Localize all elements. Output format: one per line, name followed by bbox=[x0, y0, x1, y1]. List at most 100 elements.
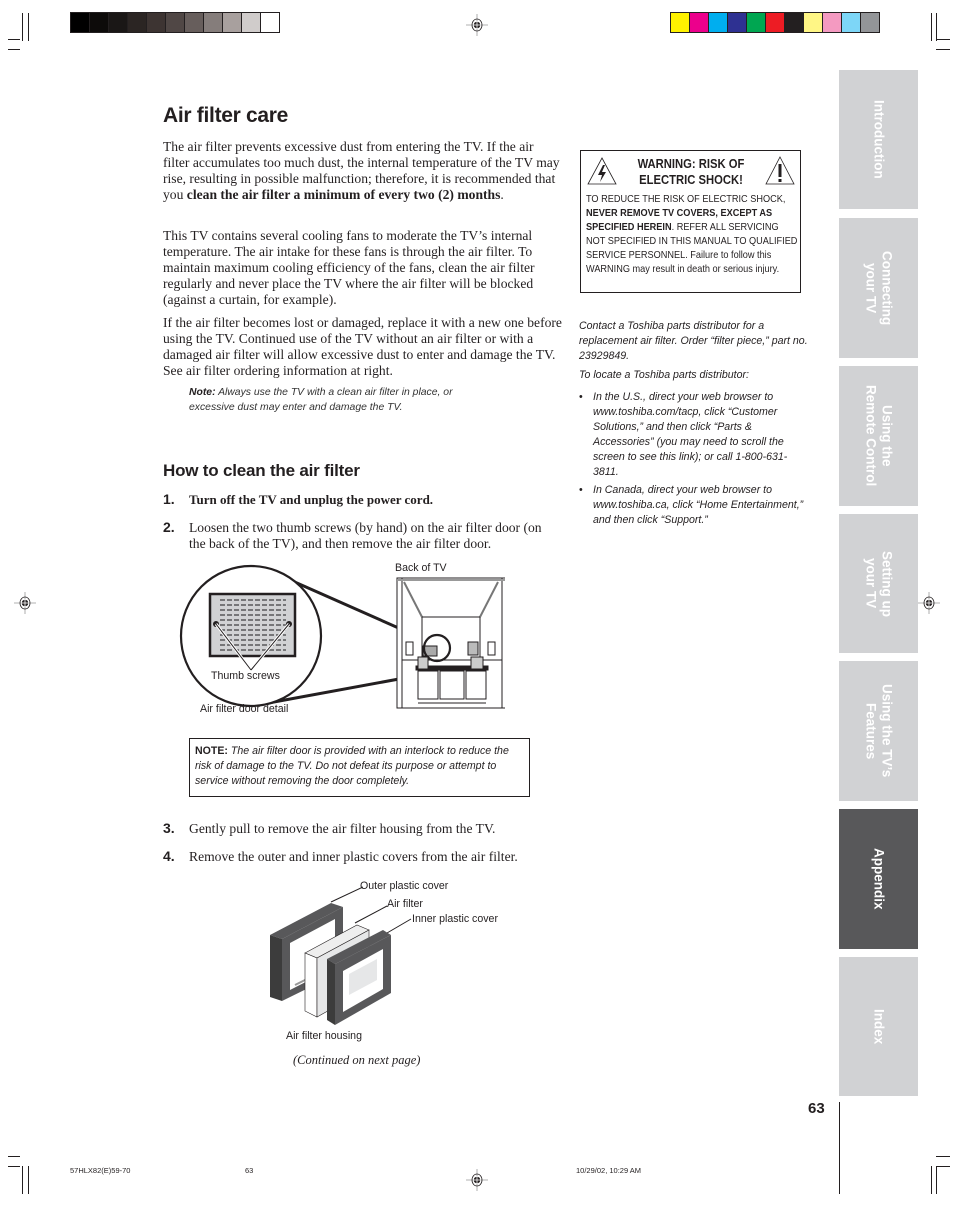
tab-setting-up-your-tv[interactable]: Setting up your TV bbox=[839, 514, 918, 653]
warning-text: TO REDUCE THE RISK OF ELECTRIC SHOCK, bbox=[586, 194, 786, 205]
color-swatch bbox=[842, 13, 861, 32]
grayscale-swatch bbox=[71, 13, 90, 32]
air-filter-label: Air filter bbox=[387, 898, 423, 910]
registration-mark-icon bbox=[918, 592, 940, 614]
paragraph-emphasis: clean the air filter a minimum of every … bbox=[186, 187, 501, 202]
note-box-label: NOTE: bbox=[195, 745, 228, 757]
crop-mark bbox=[8, 39, 20, 40]
inner-plastic-cover-label: Inner plastic cover bbox=[412, 913, 498, 925]
note: Note: Always use the TV with a clean air… bbox=[189, 385, 479, 415]
tab-index[interactable]: Index bbox=[839, 957, 918, 1096]
air-filter-housing-label: Air filter housing bbox=[286, 1030, 362, 1042]
tab-connecting-your-tv[interactable]: Connecting your TV bbox=[839, 218, 918, 358]
locate-distributor-heading: To locate a Toshiba parts distributor: bbox=[579, 369, 749, 381]
tab-appendix[interactable]: Appendix bbox=[839, 809, 918, 949]
crop-mark bbox=[22, 13, 23, 41]
color-swatch bbox=[671, 13, 690, 32]
crop-mark bbox=[8, 1166, 20, 1167]
tab-introduction[interactable]: Introduction bbox=[839, 70, 918, 209]
step-text: Gently pull to remove the air filter hou… bbox=[189, 821, 496, 836]
color-swatch bbox=[690, 13, 709, 32]
page-number-rule bbox=[839, 1102, 841, 1194]
crop-mark bbox=[936, 1156, 950, 1157]
ordering-info: Contact a Toshiba parts distributor for … bbox=[579, 320, 808, 362]
grayscale-swatch bbox=[242, 13, 261, 32]
air-filter-door-figure bbox=[179, 564, 505, 709]
tab-label: Appendix bbox=[871, 848, 887, 910]
slug-file: 57HLX82(E)59-70 bbox=[70, 1166, 131, 1175]
crop-mark bbox=[936, 13, 937, 41]
bullet-icon: • bbox=[579, 484, 583, 496]
electric-shock-warning-box: WARNING: RISK OF ELECTRIC SHOCK! TO REDUC… bbox=[580, 150, 801, 293]
crop-mark bbox=[931, 13, 932, 41]
crop-mark bbox=[931, 1166, 932, 1194]
crop-mark bbox=[8, 49, 20, 50]
tab-label: Introduction bbox=[871, 100, 887, 179]
crop-mark bbox=[936, 1166, 950, 1167]
grayscale-swatch bbox=[90, 13, 109, 32]
note-text: Always use the TV with a clean air filte… bbox=[189, 387, 453, 413]
thumb-screws-label: Thumb screws bbox=[211, 670, 280, 682]
warning-title: WARNING: RISK OF ELECTRIC SHOCK! bbox=[628, 156, 754, 188]
note-label: Note: bbox=[189, 387, 216, 398]
grayscale-swatch bbox=[147, 13, 166, 32]
step-number: 3. bbox=[163, 820, 175, 836]
back-of-tv-label: Back of TV bbox=[395, 562, 447, 574]
outer-plastic-cover-label: Outer plastic cover bbox=[360, 880, 449, 892]
replacement-paragraph: If the air filter becomes lost or damage… bbox=[163, 315, 562, 378]
exclamation-warning-icon bbox=[765, 156, 795, 185]
continued-note: (Continued on next page) bbox=[293, 1053, 421, 1067]
warning-title-line: ELECTRIC SHOCK! bbox=[639, 173, 743, 187]
color-swatch bbox=[747, 13, 766, 32]
intro-paragraph: The air filter prevents excessive dust f… bbox=[163, 139, 563, 203]
grayscale-swatch bbox=[185, 13, 204, 32]
registration-mark-icon bbox=[466, 14, 488, 36]
grayscale-swatch bbox=[166, 13, 185, 32]
step-text: Turn off the TV and unplug the power cor… bbox=[189, 492, 434, 507]
cooling-fans-paragraph: This TV contains several cooling fans to… bbox=[163, 228, 535, 307]
tab-label: Connecting your TV bbox=[863, 250, 895, 326]
tab-label: Index bbox=[871, 1008, 887, 1045]
slug-date: 10/29/02, 10:29 AM bbox=[576, 1166, 642, 1175]
crop-mark bbox=[28, 13, 29, 41]
crop-mark bbox=[936, 49, 950, 50]
grayscale-swatch bbox=[261, 13, 279, 32]
step-text: Remove the outer and inner plastic cover… bbox=[189, 849, 518, 864]
bullet-text: In Canada, direct your web browser to ww… bbox=[593, 484, 804, 526]
tv-back-illustration bbox=[396, 577, 505, 709]
tab-using-the-remote-control[interactable]: Using the Remote Control bbox=[839, 366, 918, 506]
electric-shock-warning-icon bbox=[587, 157, 617, 185]
page-title: Air filter care bbox=[163, 104, 289, 127]
crop-mark bbox=[22, 1166, 23, 1194]
step-number: 1. bbox=[163, 491, 175, 507]
crop-mark bbox=[936, 1166, 937, 1194]
interlock-note-box: NOTE: The air filter door is provided wi… bbox=[189, 738, 530, 797]
bullet-text: In the U.S., direct your web browser to … bbox=[593, 391, 788, 478]
color-swatch bbox=[766, 13, 785, 32]
section-title: How to clean the air filter bbox=[163, 461, 360, 480]
step-number: 2. bbox=[163, 519, 175, 535]
color-swatch bbox=[728, 13, 747, 32]
grayscale-swatch bbox=[204, 13, 223, 32]
step-number: 4. bbox=[163, 848, 175, 864]
paragraph-tail: . bbox=[500, 187, 504, 202]
warning-title-line: WARNING: RISK OF bbox=[637, 157, 745, 171]
warning-body: TO REDUCE THE RISK OF ELECTRIC SHOCK, NE… bbox=[586, 193, 798, 277]
registration-mark-icon bbox=[14, 592, 36, 614]
note-box-text: The air filter door is provided with an … bbox=[195, 745, 509, 787]
step-text: Loosen the two thumb screws (by hand) on… bbox=[189, 520, 542, 551]
crop-mark bbox=[8, 1156, 20, 1157]
color-swatch bbox=[823, 13, 842, 32]
grayscale-swatch bbox=[128, 13, 147, 32]
grayscale-swatch bbox=[109, 13, 128, 32]
tab-using-the-tvs-features[interactable]: Using the TV’s Features bbox=[839, 661, 918, 801]
color-swatch bbox=[785, 13, 804, 32]
slug-page: 63 bbox=[245, 1166, 254, 1175]
color-swatch bbox=[804, 13, 823, 32]
tab-label: Using the Remote Control bbox=[863, 385, 895, 487]
grayscale-swatch bbox=[223, 13, 242, 32]
color-swatch bbox=[861, 13, 879, 32]
air-filter-door-detail-label: Air filter door detail bbox=[200, 703, 289, 715]
crop-mark bbox=[28, 1166, 29, 1194]
grayscale-calibration-bar bbox=[70, 12, 280, 33]
